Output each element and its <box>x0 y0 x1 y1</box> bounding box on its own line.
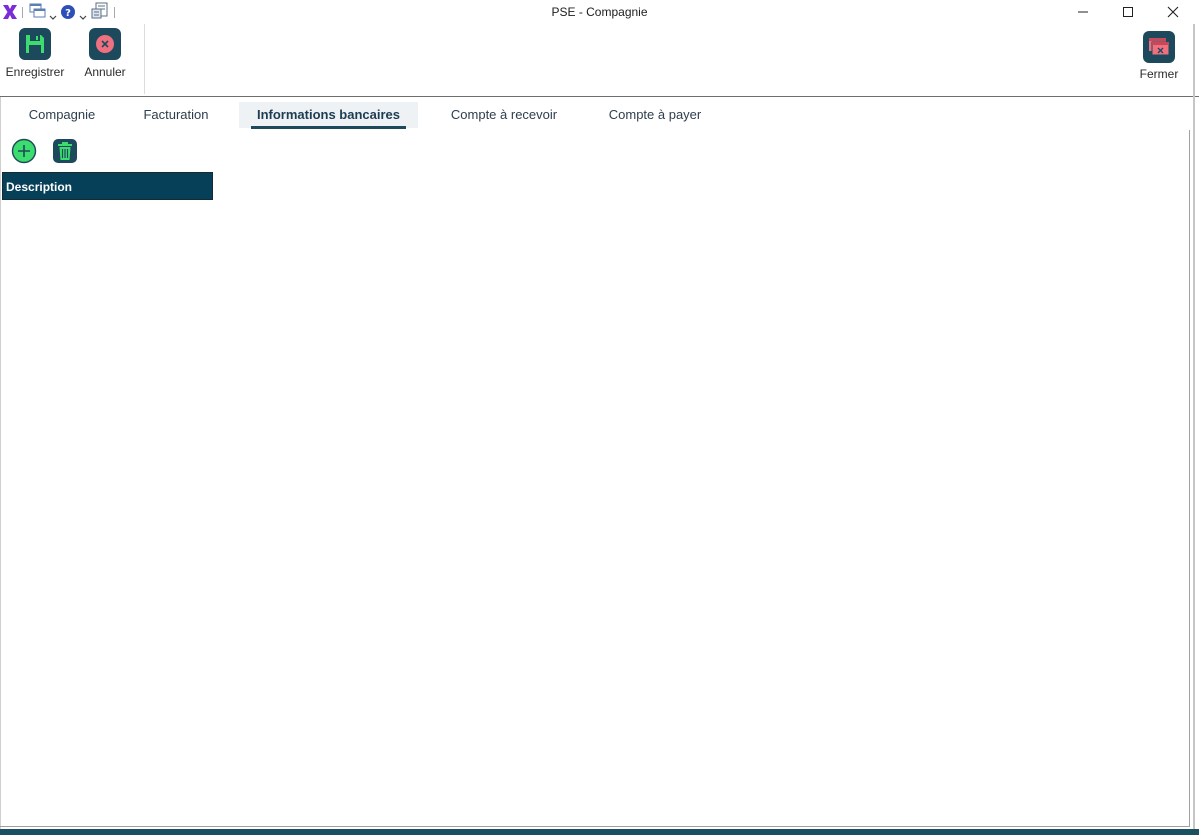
ribbon: Enregistrer Annuler Fermer <box>0 24 1199 97</box>
add-icon <box>11 138 37 164</box>
close-window-button[interactable] <box>1151 0 1195 24</box>
minimize-icon <box>1078 11 1088 13</box>
tab-compte-a-payer[interactable]: Compte à payer <box>592 102 718 128</box>
cancel-button[interactable]: Annuler <box>80 24 130 79</box>
window-bottom-frame <box>0 829 1199 835</box>
save-button-label: Enregistrer <box>5 65 65 79</box>
grid-column-header-description[interactable]: Description <box>2 172 213 200</box>
title-bar: ? PSE - Compagnie <box>0 0 1199 24</box>
window-title: PSE - Compagnie <box>551 5 648 19</box>
save-button[interactable]: Enregistrer <box>3 24 67 79</box>
active-tab-indicator <box>251 126 406 129</box>
tab-compte-a-recevoir[interactable]: Compte à recevoir <box>436 102 572 128</box>
content-left-border <box>0 97 1 829</box>
trash-icon <box>53 139 77 163</box>
cancel-button-label: Annuler <box>84 65 126 79</box>
save-icon <box>26 35 44 53</box>
add-row-button[interactable] <box>11 138 37 164</box>
cancel-icon <box>96 35 114 53</box>
maximize-icon <box>1123 7 1133 17</box>
window-right-frame <box>1193 24 1195 830</box>
close-button[interactable]: Fermer <box>1136 24 1182 81</box>
ribbon-separator <box>144 24 145 94</box>
maximize-button[interactable] <box>1106 0 1150 24</box>
tab-facturation[interactable]: Facturation <box>128 102 224 128</box>
content-bottom-border <box>0 826 1190 827</box>
tab-informations-bancaires[interactable]: Informations bancaires <box>239 102 418 129</box>
delete-row-button[interactable] <box>52 138 78 164</box>
close-window-icon <box>1149 38 1170 56</box>
ribbon-border <box>0 96 1199 97</box>
tab-compagnie[interactable]: Compagnie <box>12 102 112 128</box>
close-icon <box>1167 6 1179 18</box>
content-right-border <box>1189 130 1190 827</box>
minimize-button[interactable] <box>1061 0 1105 24</box>
close-button-label: Fermer <box>1139 67 1179 81</box>
tab-strip: Compagnie Facturation Informations banca… <box>0 102 1190 130</box>
